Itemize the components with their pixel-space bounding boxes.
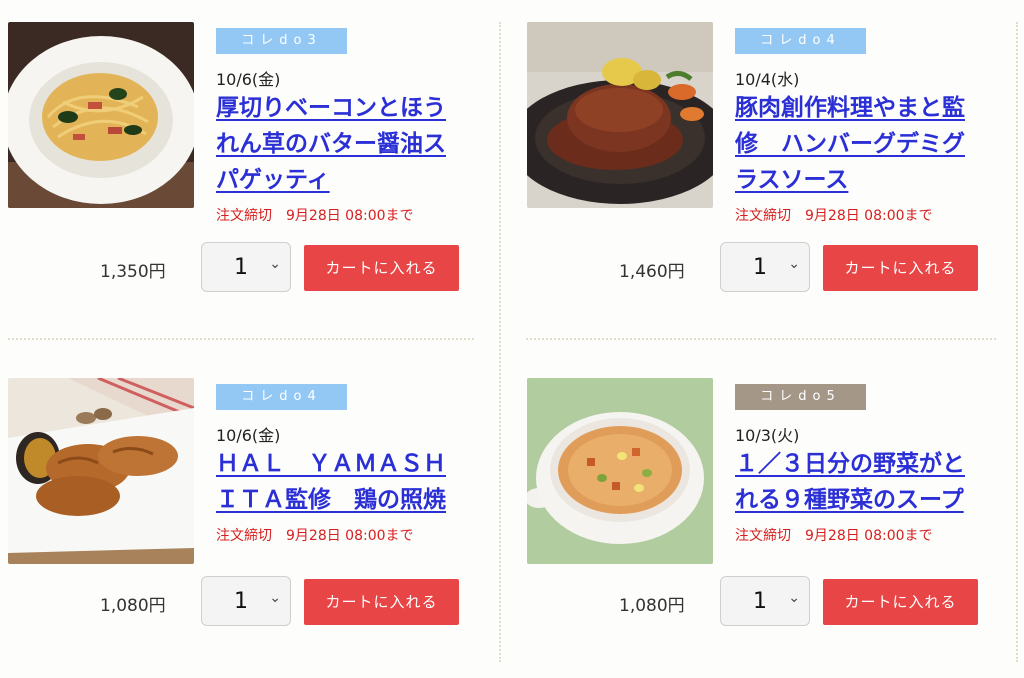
product-card: コレdo3 10/6(金) 厚切りベーコンとほうれん草のバター醤油スパゲッティ … xyxy=(8,22,478,322)
category-badge: コレdo5 xyxy=(735,384,866,410)
add-to-cart-button[interactable]: カートに入れる xyxy=(304,245,459,291)
quantity-value: 1 xyxy=(753,255,767,280)
product-card: コレdo4 10/4(水) 豚肉創作料理やまと監修 ハンバーグデミグラスソース … xyxy=(527,22,997,322)
product-image[interactable] xyxy=(8,378,194,564)
quantity-select[interactable]: 1 ⌄ xyxy=(720,576,810,626)
product-title-link[interactable]: ＨＡＬ ＹＡＭＡＳＨＩＴＡ監修 鶏の照焼 xyxy=(216,446,466,518)
product-card: コレdo4 10/6(金) ＨＡＬ ＹＡＭＡＳＨＩＴＡ監修 鶏の照焼 注文締切 … xyxy=(8,378,478,678)
product-title-link[interactable]: １／３日分の野菜がとれる９種野菜のスープ xyxy=(735,446,985,518)
column-divider xyxy=(499,22,501,662)
chevron-down-icon: ⌄ xyxy=(269,256,281,272)
product-card: コレdo5 10/3(火) １／３日分の野菜がとれる９種野菜のスープ 注文締切 … xyxy=(527,378,997,678)
delivery-date: 10/6(金) xyxy=(216,70,281,89)
quantity-value: 1 xyxy=(234,255,248,280)
quantity-value: 1 xyxy=(753,589,767,614)
delivery-date: 10/6(金) xyxy=(216,426,281,445)
product-title-link[interactable]: 厚切りベーコンとほうれん草のバター醤油スパゲッティ xyxy=(216,90,466,198)
row-divider xyxy=(8,338,474,340)
quantity-value: 1 xyxy=(234,589,248,614)
chevron-down-icon: ⌄ xyxy=(269,590,281,606)
product-price: 1,350円 xyxy=(100,262,166,282)
column-divider-right xyxy=(1016,22,1018,662)
order-deadline: 注文締切 9月28日 08:00まで xyxy=(735,528,933,544)
product-image[interactable] xyxy=(527,22,713,208)
add-to-cart-button[interactable]: カートに入れる xyxy=(823,579,978,625)
chevron-down-icon: ⌄ xyxy=(788,590,800,606)
product-price: 1,080円 xyxy=(100,596,166,616)
order-deadline: 注文締切 9月28日 08:00まで xyxy=(216,528,414,544)
quantity-select[interactable]: 1 ⌄ xyxy=(201,576,291,626)
quantity-select[interactable]: 1 ⌄ xyxy=(720,242,810,292)
category-badge: コレdo3 xyxy=(216,28,347,54)
product-price: 1,080円 xyxy=(619,596,685,616)
product-image[interactable] xyxy=(8,22,194,208)
order-deadline: 注文締切 9月28日 08:00まで xyxy=(216,208,414,224)
quantity-select[interactable]: 1 ⌄ xyxy=(201,242,291,292)
order-deadline: 注文締切 9月28日 08:00まで xyxy=(735,208,933,224)
add-to-cart-button[interactable]: カートに入れる xyxy=(823,245,978,291)
add-to-cart-button[interactable]: カートに入れる xyxy=(304,579,459,625)
delivery-date: 10/4(水) xyxy=(735,70,800,89)
product-title-link[interactable]: 豚肉創作料理やまと監修 ハンバーグデミグラスソース xyxy=(735,90,985,198)
product-price: 1,460円 xyxy=(619,262,685,282)
category-badge: コレdo4 xyxy=(216,384,347,410)
row-divider xyxy=(526,338,996,340)
chevron-down-icon: ⌄ xyxy=(788,256,800,272)
category-badge: コレdo4 xyxy=(735,28,866,54)
product-image[interactable] xyxy=(527,378,713,564)
delivery-date: 10/3(火) xyxy=(735,426,800,445)
